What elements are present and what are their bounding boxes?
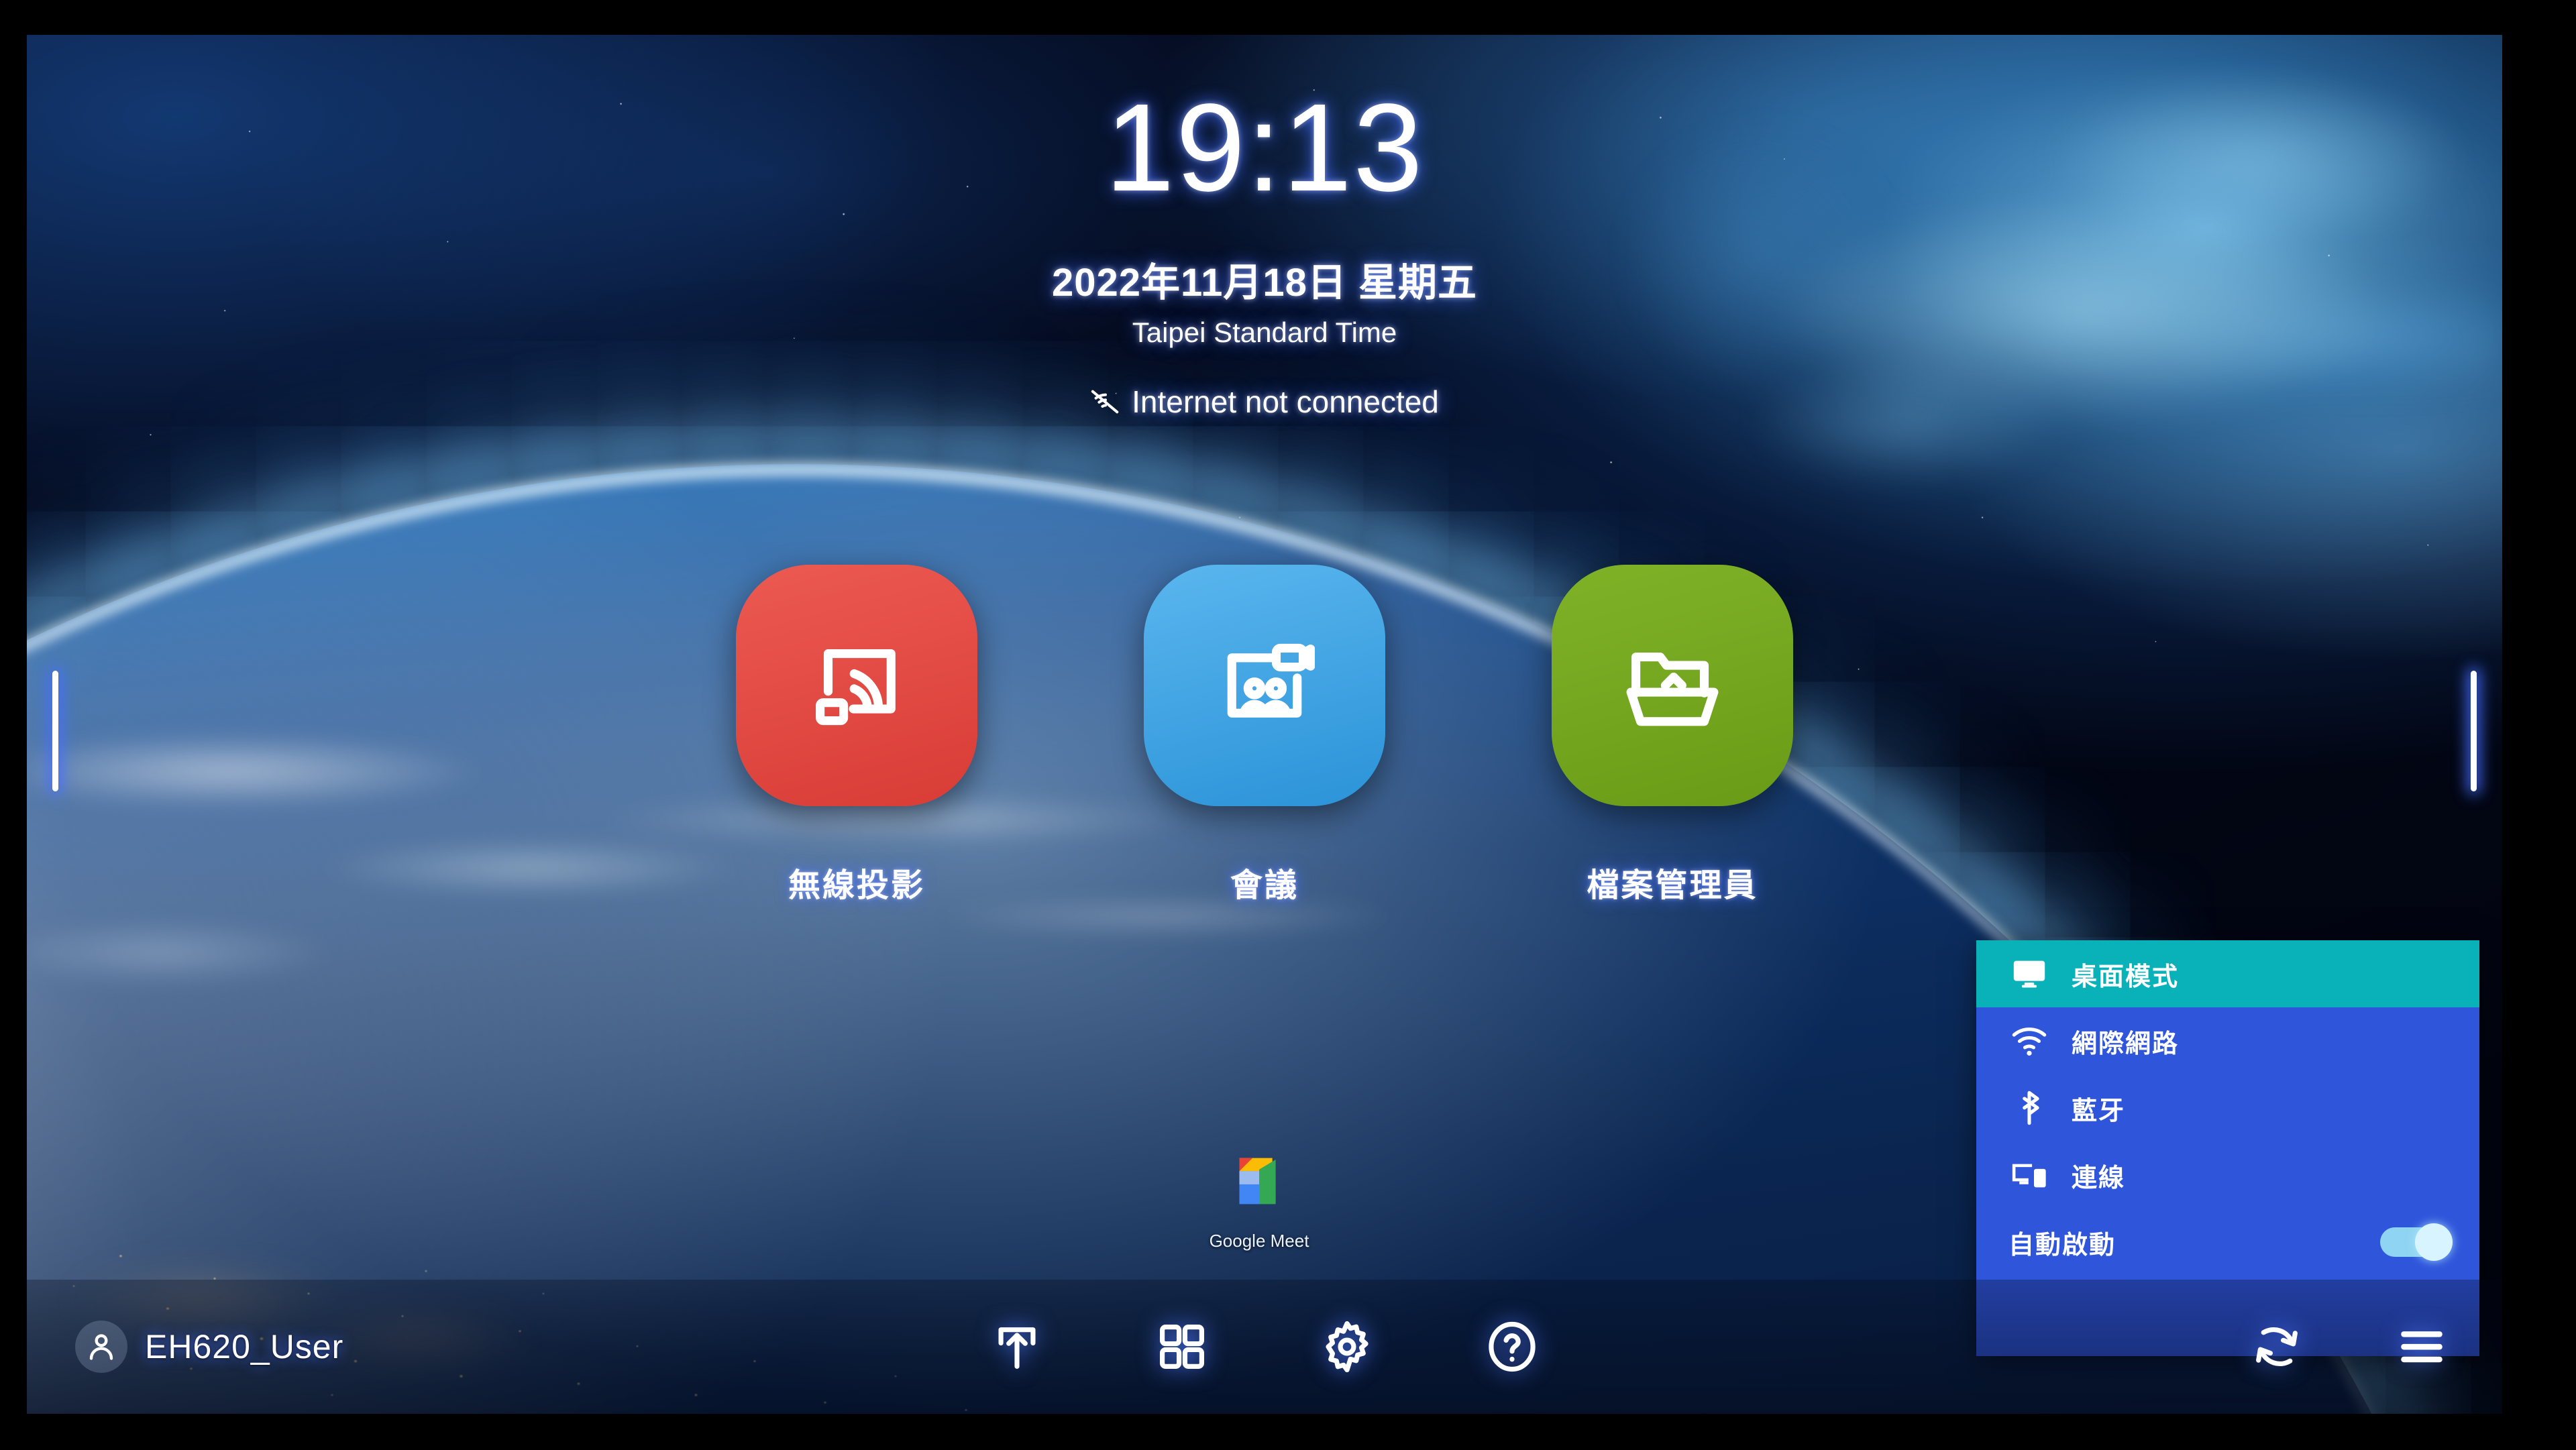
taskbar-user[interactable]: EH620_User (75, 1321, 343, 1373)
share-upload-button[interactable] (985, 1315, 1049, 1379)
settings-button[interactable] (1315, 1315, 1379, 1379)
apps-grid-icon (1160, 1325, 1204, 1369)
monitor-icon (2008, 953, 2050, 995)
wifi-icon (2008, 1020, 2050, 1062)
auto-start-toggle[interactable] (2380, 1223, 2453, 1261)
display-bezel: 19:13 2022年11月18日 星期五 Taipei Standard Ti… (0, 0, 2576, 1450)
hamburger-menu-icon (2401, 1331, 2443, 1363)
app-tile-wireless-projection[interactable] (736, 565, 977, 806)
panel-item-label: 藍牙 (2072, 1097, 2126, 1125)
gear-icon (1326, 1321, 1368, 1373)
video-conference-icon (1227, 643, 1315, 718)
panel-item-connection[interactable]: 連線 (1976, 1141, 2479, 1209)
app-label: 無線投影 (788, 868, 925, 903)
right-edge-swipe-handle[interactable] (2471, 671, 2477, 791)
help-circle-icon (1489, 1321, 1536, 1372)
google-meet-icon (1239, 1158, 1276, 1205)
app-label: 會議 (1230, 868, 1299, 903)
desktop-shortcut-google-meet[interactable]: Google Meet (1195, 1141, 1323, 1251)
network-status: Internet not connected (27, 384, 2502, 420)
rotate-icon (2256, 1327, 2298, 1366)
panel-item-desktop-mode[interactable]: 桌面模式 (1976, 940, 2479, 1007)
help-button[interactable] (1480, 1315, 1544, 1379)
taskbar-right-buttons (2245, 1315, 2454, 1379)
screen-cast-icon (816, 649, 896, 726)
left-edge-swipe-handle[interactable] (52, 671, 58, 791)
panel-item-label: 網際網路 (2072, 1029, 2180, 1058)
app-tile-file-manager[interactable] (1552, 565, 1793, 806)
app-meeting[interactable]: 會議 (1144, 565, 1385, 905)
folder-open-icon (1626, 652, 1719, 726)
panel-item-label: 連線 (2072, 1164, 2126, 1192)
app-launcher: 無線投影 會議 檔案管理員 (27, 565, 2502, 905)
panel-item-label: 自動啟動 (2008, 1231, 2116, 1260)
app-file-manager[interactable]: 檔案管理員 (1552, 565, 1793, 905)
upload-box-icon (998, 1327, 1036, 1369)
person-icon (89, 1334, 113, 1360)
taskbar-center-buttons (27, 1315, 2502, 1379)
wifi-off-icon (1091, 390, 1119, 414)
clock-time: 19:13 (1105, 78, 1424, 217)
all-apps-button[interactable] (1150, 1315, 1214, 1379)
rotate-screen-button[interactable] (2245, 1315, 2309, 1379)
panel-item-label: 桌面模式 (2072, 962, 2180, 991)
cast-devices-icon (2008, 1154, 2050, 1196)
panel-item-bluetooth[interactable]: 藍牙 (1976, 1074, 2479, 1141)
clock-widget: 19:13 2022年11月18日 星期五 Taipei Standard Ti… (27, 86, 2502, 420)
username-label: EH620_User (145, 1328, 344, 1365)
clock-timezone: Taipei Standard Time (1132, 317, 1397, 348)
app-tile-meeting[interactable] (1144, 565, 1385, 806)
panel-item-internet[interactable]: 網際網路 (1976, 1007, 2479, 1074)
app-wireless-projection[interactable]: 無線投影 (736, 565, 977, 905)
app-label: 檔案管理員 (1587, 868, 1758, 903)
avatar (75, 1321, 127, 1373)
shortcut-label: Google Meet (1209, 1231, 1309, 1251)
clock-date: 2022年11月18日 星期五 (1052, 261, 1477, 304)
taskbar: EH620_User (27, 1280, 2502, 1414)
bluetooth-icon (2008, 1087, 2050, 1129)
screen: 19:13 2022年11月18日 星期五 Taipei Standard Ti… (27, 35, 2502, 1414)
network-status-text: Internet not connected (1132, 384, 1439, 419)
panel-item-auto-start[interactable]: 自動啟動 (1976, 1209, 2479, 1276)
menu-button[interactable] (2390, 1315, 2454, 1379)
